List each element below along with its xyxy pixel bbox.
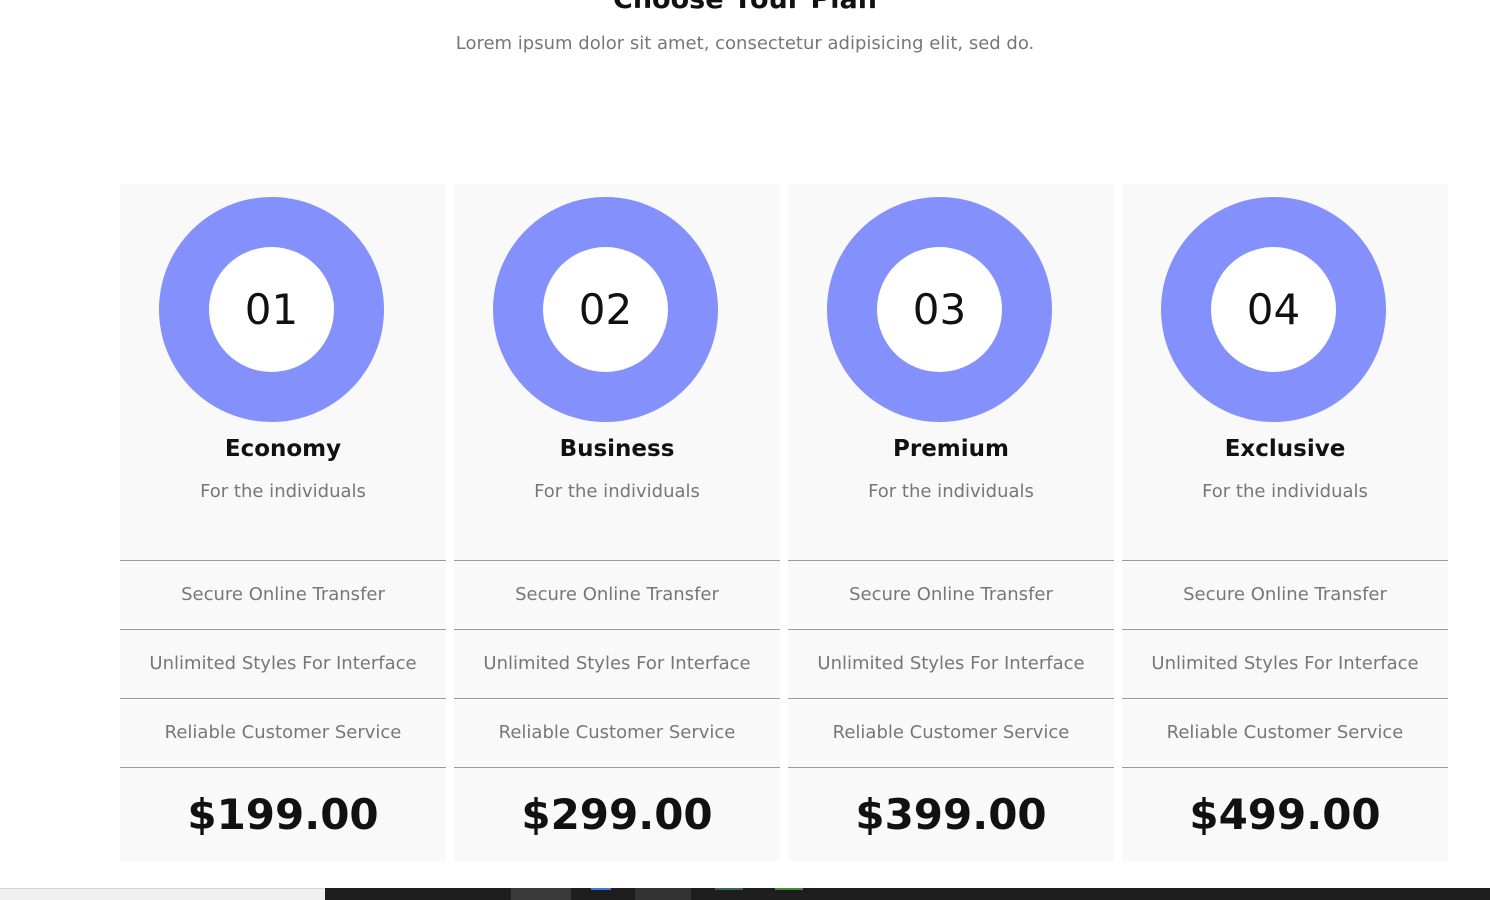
taskbar-search-area[interactable] [0,888,325,900]
section-subtitle: Lorem ipsum dolor sit amet, consectetur … [455,33,1035,54]
plan-feature: Reliable Customer Service [788,698,1114,766]
plan-audience: For the individuals [200,481,366,502]
os-taskbar [0,888,1490,900]
plan-number-ring: 02 [493,197,718,422]
section-title: Choose Your Plan [0,0,1490,15]
plan-card-business[interactable]: 02 Business For the individuals Secure O… [454,184,780,861]
plan-feature: Reliable Customer Service [1122,698,1448,766]
plan-feature: Secure Online Transfer [788,560,1114,628]
taskbar-app-icon[interactable] [591,888,611,900]
plan-price: $399.00 [788,767,1114,861]
taskbar-app-icon[interactable] [775,888,803,900]
plan-name: Premium [893,436,1009,462]
taskbar-app-button[interactable] [511,888,571,900]
plan-feature: Secure Online Transfer [1122,560,1448,628]
plan-audience: For the individuals [1202,481,1368,502]
plan-number: 02 [543,247,668,372]
plan-feature: Reliable Customer Service [454,698,780,766]
plan-number: 01 [209,247,334,372]
plan-audience: For the individuals [534,481,700,502]
plan-price: $499.00 [1122,767,1448,861]
plan-card-economy[interactable]: 01 Economy For the individuals Secure On… [120,184,446,861]
plan-audience: For the individuals [868,481,1034,502]
pricing-plans: 01 Economy For the individuals Secure On… [120,184,1449,861]
plan-number: 04 [1211,247,1336,372]
plan-number-ring: 03 [827,197,1052,422]
plan-number: 03 [877,247,1002,372]
plan-name: Business [559,436,675,462]
taskbar-app-button[interactable] [635,888,691,900]
plan-feature: Unlimited Styles For Interface [120,629,446,697]
taskbar-app-icon[interactable] [715,888,743,900]
plan-feature: Secure Online Transfer [454,560,780,628]
plan-number-ring: 04 [1161,197,1386,422]
taskbar-app-area [325,888,1490,900]
plan-number-ring: 01 [159,197,384,422]
plan-feature: Unlimited Styles For Interface [788,629,1114,697]
plan-feature: Unlimited Styles For Interface [454,629,780,697]
plan-price: $299.00 [454,767,780,861]
plan-card-exclusive[interactable]: 04 Exclusive For the individuals Secure … [1122,184,1448,861]
plan-feature: Unlimited Styles For Interface [1122,629,1448,697]
plan-price: $199.00 [120,767,446,861]
plan-feature: Secure Online Transfer [120,560,446,628]
plan-name: Exclusive [1224,436,1346,462]
plan-feature: Reliable Customer Service [120,698,446,766]
plan-card-premium[interactable]: 03 Premium For the individuals Secure On… [788,184,1114,861]
plan-name: Economy [224,436,342,462]
